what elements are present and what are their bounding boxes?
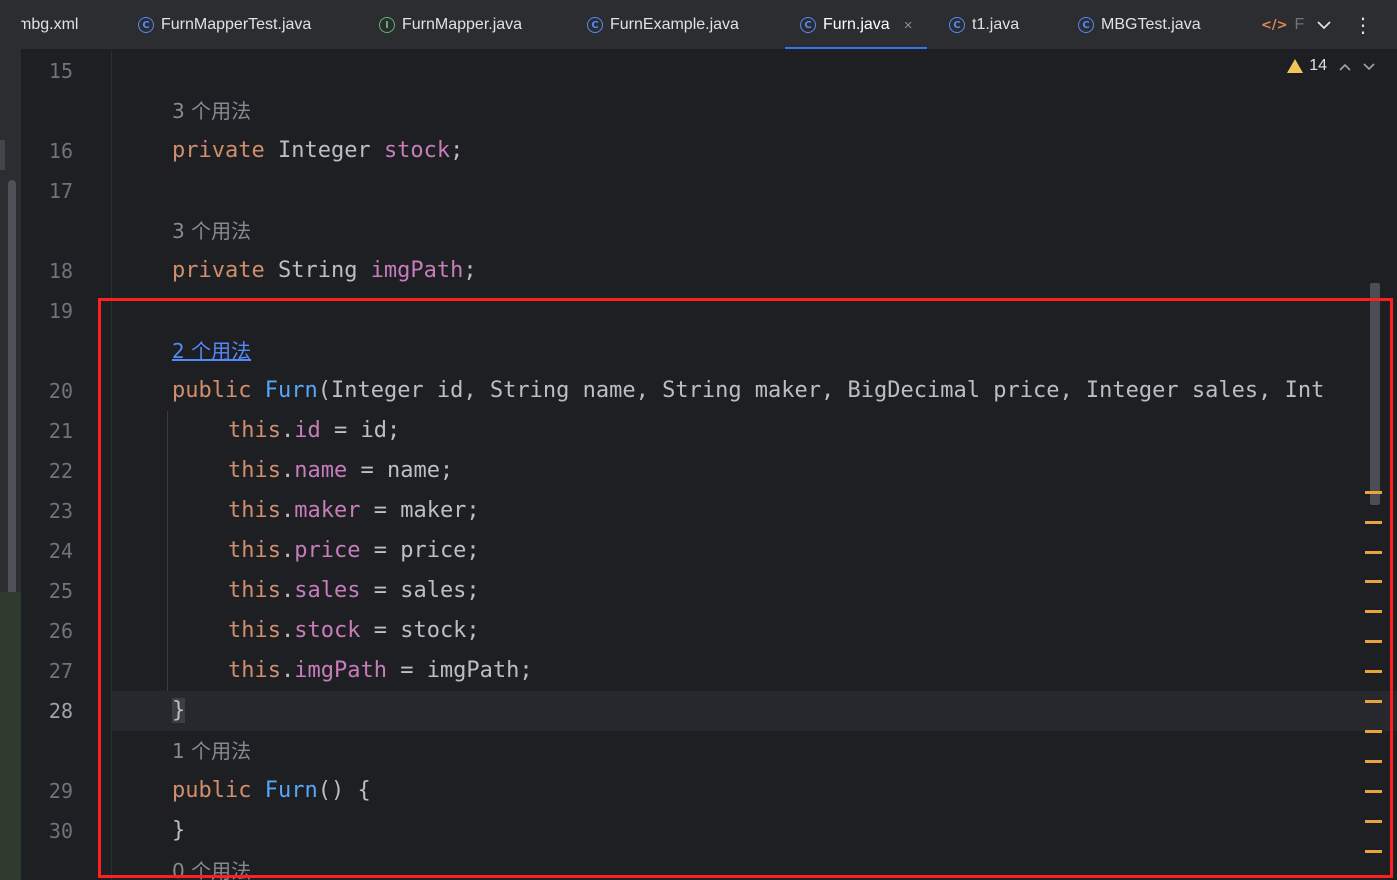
line-number: 29 [48,779,73,803]
left-tool-strip [0,0,21,880]
usage-hint-link[interactable]: 2 个用法 [172,331,251,371]
warning-stripe-marker[interactable] [1365,700,1382,703]
warning-count: 14 [1309,57,1327,74]
line-number: 25 [48,579,73,603]
editor-scrollbar-thumb[interactable] [1370,283,1380,505]
class-icon: C [800,17,816,33]
code-line-16[interactable]: private Integer stock; [172,131,463,171]
class-icon: C [587,17,603,33]
code-line-20[interactable]: public Furn(Integer id, String name, Str… [172,371,1324,411]
inspections-widget[interactable]: 14 [1287,57,1375,75]
usage-hint[interactable]: 0 个用法 [172,851,251,880]
class-icon: C [1078,17,1094,33]
warning-stripe-marker[interactable] [1365,491,1382,494]
warning-stripe-marker[interactable] [1365,580,1382,583]
tab-furnmapper[interactable]: I FurnMapper.java [379,0,522,49]
line-number-gutter: 15 16 17 18 19 20 21 22 23 24 25 26 27 2… [21,51,111,880]
code-line-22[interactable]: this.name = name; [228,451,453,491]
code-line-29[interactable]: public Furn() { [172,771,371,811]
warning-stripe-marker[interactable] [1365,551,1382,554]
code-line-27[interactable]: this.imgPath = imgPath; [228,651,533,691]
warning-stripe-marker[interactable] [1365,790,1382,793]
line-number: 16 [48,139,73,163]
usage-hint[interactable]: 1 个用法 [172,731,251,771]
class-icon: C [138,17,154,33]
warning-stripe-marker[interactable] [1365,640,1382,643]
tool-window-marker [0,140,5,170]
tab-mbgtest[interactable]: C MBGTest.java [1078,0,1201,49]
warning-stripe-marker[interactable] [1365,760,1382,763]
line-number: 24 [48,539,73,563]
editor-tab-bar: mbg.xml C FurnMapperTest.java I FurnMapp… [21,0,1397,50]
code-editor[interactable]: 3 个用法 private Integer stock; 3 个用法 priva… [111,51,1397,880]
line-number: 20 [48,379,73,403]
tab-menu-icon[interactable]: ⋮ [1353,0,1373,49]
tab-furn[interactable]: C Furn.java × [785,0,928,49]
warning-stripe-marker[interactable] [1365,521,1382,524]
line-number: 18 [48,259,73,283]
line-number: 26 [48,619,73,643]
line-number: 27 [48,659,73,683]
next-problem-icon[interactable] [1363,58,1375,74]
usage-hint[interactable]: 3 个用法 [172,91,251,131]
code-line-30[interactable]: } [172,811,185,851]
current-line-number: 28 [48,699,73,723]
matched-brace: } [172,698,186,723]
line-number: 17 [48,179,73,203]
warning-stripe-marker[interactable] [1365,820,1382,823]
code-line-23[interactable]: this.maker = maker; [228,491,480,531]
line-number: 22 [48,459,73,483]
tab-t1[interactable]: C t1.java [949,0,1019,49]
html-tag-icon: </> [1261,17,1288,33]
warning-icon [1287,59,1304,73]
code-line-21[interactable]: this.id = id; [228,411,400,451]
code-line-24[interactable]: this.price = price; [228,531,480,571]
interface-icon: I [379,17,395,33]
tab-furnmappertest[interactable]: C FurnMapperTest.java [138,0,311,49]
code-line-25[interactable]: this.sales = sales; [228,571,480,611]
line-number: 19 [48,299,73,323]
tab-overflow-partial[interactable]: </> F [1261,0,1304,49]
code-line-26[interactable]: this.stock = stock; [228,611,480,651]
warning-stripe-marker[interactable] [1365,610,1382,613]
line-number: 30 [48,819,73,843]
project-panel-edge [0,592,21,880]
code-line-28[interactable]: } [172,691,186,731]
class-icon: C [949,17,965,33]
usage-hint[interactable]: 3 个用法 [172,211,251,251]
warning-stripe-marker[interactable] [1365,850,1382,853]
line-number: 23 [48,499,73,523]
warning-stripe-marker[interactable] [1365,670,1382,673]
tab-furnexample[interactable]: C FurnExample.java [587,0,739,49]
warning-stripe-marker[interactable] [1365,730,1382,733]
indent-guide [167,411,168,691]
previous-problem-icon[interactable] [1339,58,1351,74]
line-number: 15 [48,59,73,83]
tab-mbg-xml[interactable]: mbg.xml [21,0,78,49]
close-icon[interactable]: × [904,17,913,34]
code-line-18[interactable]: private String imgPath; [172,251,477,291]
tab-list-chevron-icon[interactable] [1317,0,1331,49]
current-line-highlight [112,691,1397,731]
line-number: 21 [48,419,73,443]
